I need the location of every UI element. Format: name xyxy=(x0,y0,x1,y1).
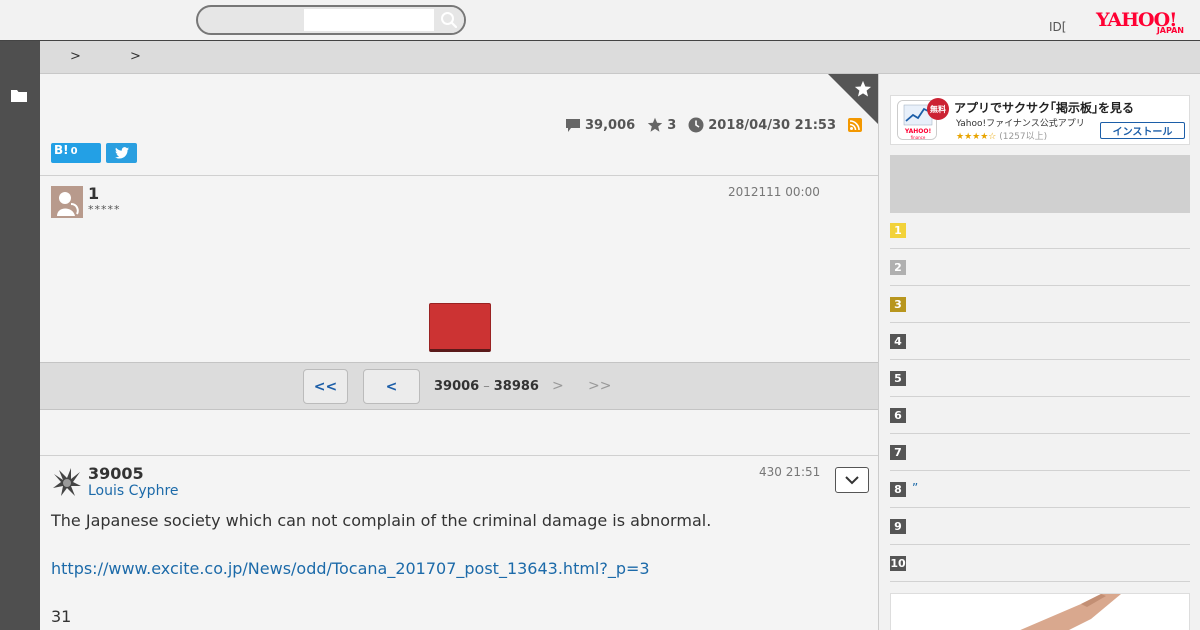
app-banner-subtitle: Yahoo!ファイナンス公式アプリ xyxy=(956,119,1085,129)
ranking-item[interactable]: 10 xyxy=(890,545,1190,582)
last-page-button[interactable]: >> xyxy=(588,378,611,394)
ad-image[interactable] xyxy=(890,593,1190,630)
post-body-text: 31 xyxy=(51,607,72,626)
comment-icon xyxy=(566,118,581,132)
first-page-button[interactable]: << xyxy=(303,369,348,404)
right-sidebar: YAHOO! finance 無料 アプリでサクサク｢掲示板｣を見る Yahoo… xyxy=(880,74,1200,630)
clock-icon xyxy=(688,117,704,133)
rank-badge: 8 xyxy=(890,482,906,497)
post-date: 2012111 00:00 xyxy=(728,185,820,199)
search-icon xyxy=(441,12,458,29)
ad-graphic xyxy=(1020,594,1121,630)
divider xyxy=(40,175,878,176)
main-content: 39,006 3 2018/04/30 21:53 B! 0 1 ***** 2… xyxy=(40,74,879,630)
logo-sub-text: JAPAN xyxy=(1156,26,1184,35)
breadcrumb-separator: > xyxy=(130,49,141,64)
free-badge: 無料 xyxy=(927,98,949,120)
ranking-item[interactable]: 1 xyxy=(890,212,1190,249)
rank-label[interactable]: ” xyxy=(912,481,918,495)
chevron-down-icon xyxy=(845,475,859,484)
next-page-button[interactable]: > xyxy=(552,378,564,394)
post-body-text: The Japanese society which can not compl… xyxy=(51,511,712,530)
ranking-list: 1 2 3 4 5 6 7 8” 9 10 xyxy=(890,212,1190,582)
rank-badge: 3 xyxy=(890,297,906,312)
breadcrumb-separator: > xyxy=(70,49,81,64)
pagination: << < 39006–38986 > >> xyxy=(40,362,878,410)
left-rail xyxy=(0,41,40,630)
rank-badge: 1 xyxy=(890,223,906,238)
rank-badge: 5 xyxy=(890,371,906,386)
ranking-item[interactable]: 9 xyxy=(890,508,1190,545)
id-link[interactable]: ID[ xyxy=(1049,20,1066,34)
top-header: ID[ YAHOO! JAPAN xyxy=(0,0,1200,41)
post-menu-button[interactable] xyxy=(835,467,869,493)
post-body-link[interactable]: https://www.excite.co.jp/News/odd/Tocana… xyxy=(51,559,650,578)
ranking-item[interactable]: 4 xyxy=(890,323,1190,360)
updated-time: 2018/04/30 21:53 xyxy=(688,117,836,133)
twitter-share-button[interactable] xyxy=(106,143,137,163)
hatena-bookmark-button[interactable]: B! 0 xyxy=(51,143,101,163)
ranking-item[interactable]: 5 xyxy=(890,360,1190,397)
app-banner[interactable]: YAHOO! finance 無料 アプリでサクサク｢掲示板｣を見る Yahoo… xyxy=(890,95,1190,145)
rank-badge: 4 xyxy=(890,334,906,349)
red-action-button[interactable] xyxy=(429,303,491,352)
ranking-item[interactable]: 6 xyxy=(890,397,1190,434)
svg-text:finance: finance xyxy=(911,135,926,140)
app-rating: ★★★★☆ (1257以上) xyxy=(956,132,1048,142)
ranking-item[interactable]: 3 xyxy=(890,286,1190,323)
rank-badge: 7 xyxy=(890,445,906,460)
author-link[interactable]: Louis Cyphre xyxy=(88,483,179,499)
rank-badge: 2 xyxy=(890,260,906,275)
post-date: 430 21:51 xyxy=(759,465,821,479)
breadcrumb: > > xyxy=(40,41,1200,74)
comment-count: 39,006 xyxy=(565,118,635,133)
folder-icon[interactable] xyxy=(11,89,27,102)
ranking-item[interactable]: 7 xyxy=(890,434,1190,471)
favorite-count: 3 xyxy=(647,117,676,133)
twitter-icon xyxy=(114,147,129,159)
ranking-item[interactable]: 2 xyxy=(890,249,1190,286)
rss-link[interactable] xyxy=(848,118,866,132)
app-banner-title: アプリでサクサク｢掲示板｣を見る xyxy=(954,101,1135,115)
rank-badge: 6 xyxy=(890,408,906,423)
hatena-count: 0 xyxy=(70,146,78,157)
search-button[interactable] xyxy=(434,7,464,33)
star-icon[interactable] xyxy=(854,80,872,98)
thread-stats: 39,006 3 2018/04/30 21:53 xyxy=(553,117,866,133)
search-box xyxy=(196,5,466,35)
ranking-item[interactable]: 8” xyxy=(890,471,1190,508)
avatar[interactable] xyxy=(51,466,83,498)
star-icon xyxy=(647,117,663,132)
share-buttons: B! 0 xyxy=(51,143,137,163)
prev-page-button[interactable]: < xyxy=(363,369,420,404)
rank-badge: 9 xyxy=(890,519,906,534)
avatar[interactable] xyxy=(51,186,83,218)
page-range: 39006–38986 xyxy=(434,379,539,394)
post-rating: ***** xyxy=(88,203,121,216)
install-button[interactable]: インストール xyxy=(1100,122,1185,139)
divider xyxy=(40,455,878,456)
rss-icon[interactable] xyxy=(848,118,862,132)
post-number: 39005 xyxy=(88,464,144,483)
yahoo-japan-logo[interactable]: YAHOO! JAPAN xyxy=(1096,10,1188,36)
svg-text:YAHOO!: YAHOO! xyxy=(904,128,931,135)
sidebar-placeholder-block xyxy=(890,155,1190,213)
search-input[interactable] xyxy=(304,9,434,31)
rank-badge: 10 xyxy=(890,556,906,571)
post-number: 1 xyxy=(88,184,100,203)
